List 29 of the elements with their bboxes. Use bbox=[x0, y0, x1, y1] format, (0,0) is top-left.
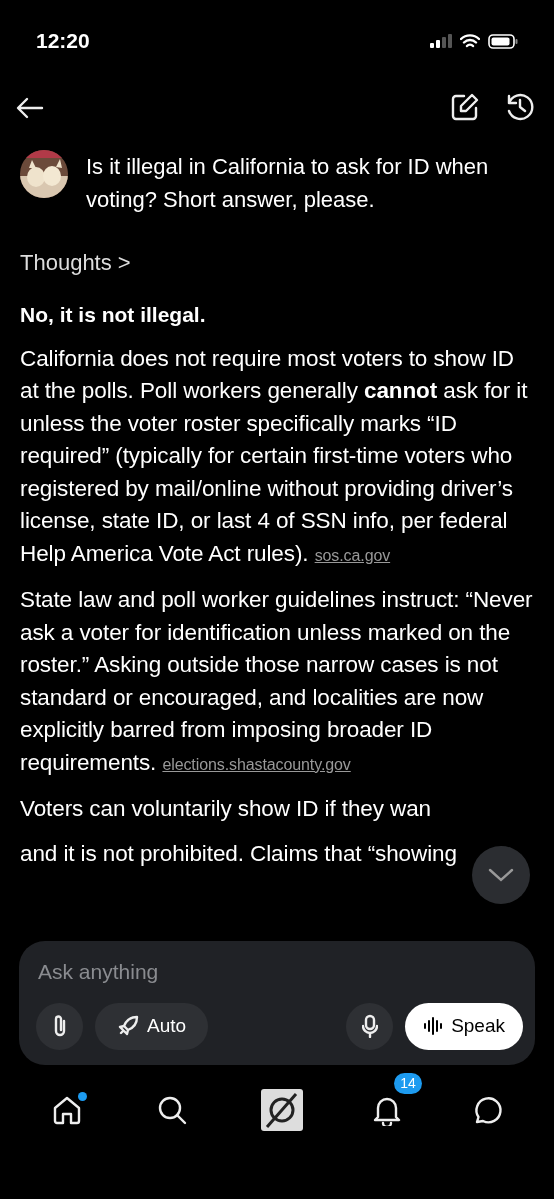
mode-button[interactable]: Auto bbox=[95, 1002, 209, 1050]
sound-wave-icon bbox=[423, 1017, 444, 1035]
user-question: Is it illegal in California to ask for ID when voting? Short answer, please. bbox=[86, 153, 490, 214]
source-link[interactable]: elections.shastacounty.gov bbox=[162, 755, 351, 773]
ask-input[interactable]: Ask anything bbox=[36, 955, 523, 989]
microphone-icon bbox=[361, 1014, 378, 1038]
signal-icon bbox=[430, 34, 452, 48]
source-link[interactable]: sos.ca.gov bbox=[314, 546, 391, 564]
new-chat-button[interactable] bbox=[450, 91, 480, 123]
answer-paragraph: California does not require most voters to show ID at the polls. Poll workers generally cannot ask for it unless the voter roster specifically marks “ID required” (typically for certain first-time voters who registered by mail/online without providing driver’s license, state ID, or last 4 of SSN info, per federal Help America Vote Act rules). sos.ca.gov bbox=[20, 344, 529, 568]
battery-icon bbox=[488, 33, 518, 49]
composer-panel[interactable]: Ask anything Auto Speak bbox=[19, 941, 535, 1065]
avatar bbox=[20, 150, 68, 198]
notification-count: 14 bbox=[394, 1073, 422, 1094]
attach-button[interactable] bbox=[36, 1002, 83, 1050]
wifi-icon bbox=[460, 33, 480, 49]
answer-paragraph: State law and poll worker guidelines instruct: “Never ask a voter for identification unless marked on the roster.” Asking outside those narrow cases is not standard or encouraged, and localities are now explicitly barred from imposing broader ID requirements. elections.shastacounty.gov bbox=[20, 586, 534, 777]
speak-button[interactable]: Speak bbox=[405, 1002, 523, 1050]
answer-paragraph: Voters can voluntarily show ID if they wan bbox=[20, 795, 432, 823]
back-arrow-icon bbox=[16, 96, 44, 119]
back-button[interactable] bbox=[16, 95, 44, 119]
chevron-down-icon bbox=[488, 868, 514, 882]
edit-icon bbox=[450, 92, 480, 122]
thoughts-toggle[interactable]: Thoughts > bbox=[20, 246, 131, 279]
answer-paragraph: and it is not prohibited. Claims that “showing bbox=[20, 839, 458, 868]
answer-heading: No, it is not illegal. bbox=[20, 302, 207, 328]
logo-icon bbox=[260, 1089, 303, 1131]
status-time: 12:20 bbox=[36, 28, 90, 55]
rocket-icon bbox=[117, 1015, 139, 1037]
